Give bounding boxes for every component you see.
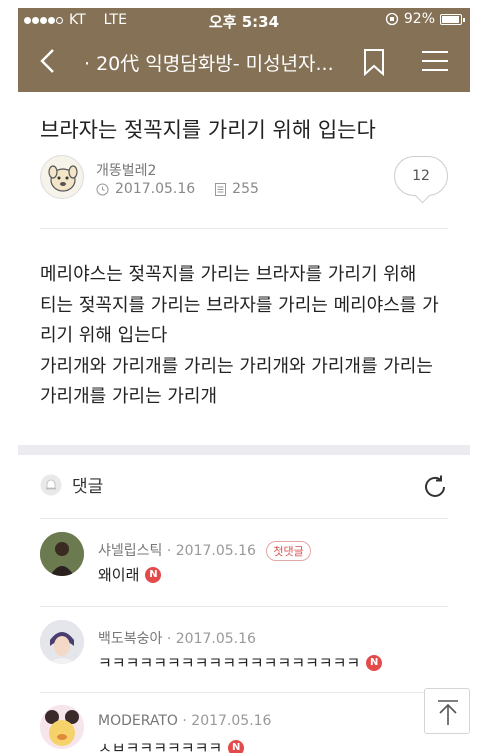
arrow-up-icon <box>438 700 458 725</box>
comment-author[interactable]: 샤넬립스틱 <box>98 543 162 559</box>
person-photo-avatar <box>40 620 84 664</box>
board-title[interactable]: · 20代 익명담화방- 미성년자... <box>84 49 374 76</box>
post-body-line: 가리개를 가리는 가리개 <box>40 386 218 407</box>
comment-author-line: 백도복숭아 · 2017.05.16 <box>98 628 256 648</box>
post-title: 브라자는 젖꼭지를 가리기 위해 입는다 <box>40 118 376 142</box>
person-photo-avatar <box>40 705 84 749</box>
comments-header: 댓글 <box>40 472 103 497</box>
comment-text: ㅋㅋㅋㅋㅋㅋㅋㅋㅋㅋㅋㅋㅋㅋㅋㅋㅋㅋㅋ <box>98 654 361 672</box>
comments-label: 댓글 <box>72 477 104 497</box>
section-divider <box>18 445 470 455</box>
bell-icon[interactable] <box>40 474 62 496</box>
top-navigation: · 20代 익명담화방- 미성년자... <box>18 32 470 92</box>
comment-divider <box>40 606 448 607</box>
comment-text: ㅅㅂㅋㅋㅋㅋㅋㅋㅋ <box>98 739 223 753</box>
post-meta: 2017.05.16 255 <box>96 181 259 197</box>
comment-text: 왜이래 <box>98 566 140 584</box>
status-bar: KT LTE 오후 5:34 92% <box>18 8 470 32</box>
commenter-avatar[interactable] <box>40 532 84 576</box>
refresh-icon[interactable] <box>422 474 448 500</box>
comment-author-line: MODERATO · 2017.05.16 <box>98 713 271 729</box>
battery-percent: 92% <box>403 11 435 27</box>
comments-divider <box>40 518 448 519</box>
comment-divider <box>40 692 448 693</box>
clock-icon <box>96 183 109 195</box>
author-name[interactable]: 개똥벌레2 <box>96 160 156 180</box>
post-body-line: 가리개와 가리개를 가리는 가리개와 가리개를 가리는 <box>40 355 433 377</box>
post-body: 메리야스는 젖꼭지를 가리는 브라자를 가리기 위해 티는 젖꼭지를 가리는 브… <box>40 260 460 413</box>
commenter-avatar[interactable] <box>40 705 84 749</box>
comment-text-line: 왜이래 N <box>98 564 162 585</box>
comment-count-button[interactable]: 12 <box>394 156 448 196</box>
view-count: 255 <box>232 181 259 197</box>
chevron-left-icon[interactable] <box>34 46 64 76</box>
app-frame: KT LTE 오후 5:34 92% · 20代 익명담화방- 미성년자... … <box>18 8 470 753</box>
comment-author-line: 샤넬립스틱 · 2017.05.16 첫댓글 <box>98 540 311 561</box>
comment-date: · 2017.05.16 <box>166 543 256 559</box>
comment-date: · 2017.05.16 <box>182 713 272 729</box>
post-body-line: 리기 위해 입는다 <box>40 325 168 346</box>
commenter-avatar[interactable] <box>40 620 84 664</box>
new-badge: N <box>228 739 245 753</box>
first-comment-badge: 첫댓글 <box>266 541 311 561</box>
comment-author[interactable]: 백도복숭아 <box>98 631 162 647</box>
post-body-line: 티는 젖꼭지를 가리는 브라자를 가리는 메리야스를 가 <box>40 294 439 316</box>
rotation-lock-icon <box>385 12 399 26</box>
comment-author[interactable]: MODERATO <box>98 713 178 729</box>
comment-date: · 2017.05.16 <box>166 631 256 647</box>
dog-avatar-icon <box>48 165 78 192</box>
hamburger-menu-icon[interactable] <box>422 50 448 72</box>
person-photo-avatar <box>40 532 84 576</box>
bookmark-icon[interactable] <box>362 48 386 76</box>
comment-text-line: ㅅㅂㅋㅋㅋㅋㅋㅋㅋ N <box>98 737 245 753</box>
comment-text-line: ㅋㅋㅋㅋㅋㅋㅋㅋㅋㅋㅋㅋㅋㅋㅋㅋㅋㅋㅋ N <box>98 652 383 673</box>
header-divider <box>40 228 448 229</box>
new-badge: N <box>366 654 383 671</box>
post-body-line: 메리야스는 젖꼭지를 가리는 브라자를 가리기 위해 <box>40 264 417 285</box>
post-date: 2017.05.16 <box>115 181 196 197</box>
author-avatar[interactable] <box>40 155 84 199</box>
battery-area: 92% <box>385 11 465 27</box>
battery-icon <box>440 13 465 25</box>
new-badge: N <box>145 566 162 583</box>
scroll-to-top-button[interactable] <box>424 688 470 734</box>
document-icon <box>215 182 227 196</box>
